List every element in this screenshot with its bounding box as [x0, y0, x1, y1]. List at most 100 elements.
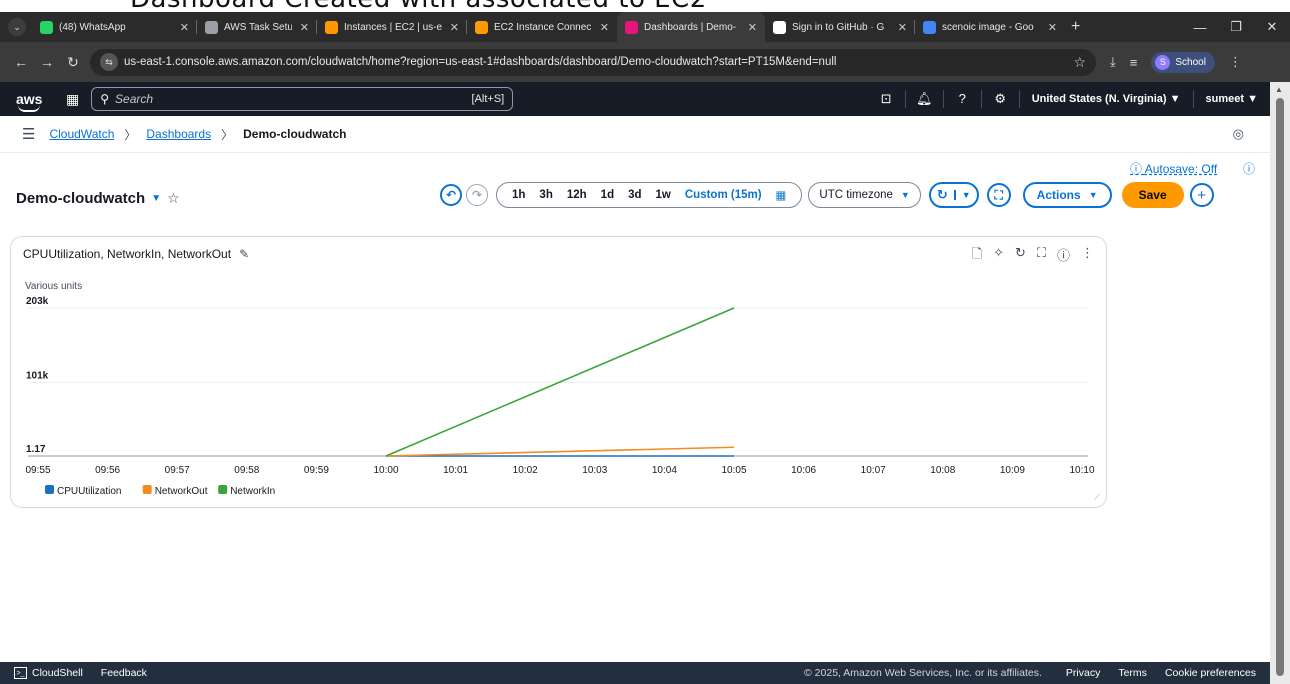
- x-tick-label: 10:06: [791, 465, 816, 476]
- page-title: Demo-cloudwatch ▼ ☆: [16, 190, 180, 207]
- cloudshell-button[interactable]: >_ CloudShell: [14, 667, 83, 679]
- back-icon[interactable]: ←: [8, 54, 34, 70]
- browser-tab[interactable]: Dashboards | Demo- ✕: [617, 12, 765, 42]
- actions-dropdown[interactable]: Actions ▼: [1022, 182, 1112, 208]
- dashboard-title[interactable]: Demo-cloudwatch: [16, 190, 145, 207]
- redo-icon[interactable]: ↷: [466, 184, 488, 206]
- tab-search-icon[interactable]: ⌄: [8, 18, 26, 36]
- breadcrumb-cloudwatch[interactable]: CloudWatch: [49, 127, 114, 141]
- whatsapp-icon: [40, 20, 53, 34]
- tab-label: Sign in to GitHub · G: [792, 21, 885, 33]
- tab-list-icon[interactable]: ≡: [1130, 55, 1138, 70]
- legend-swatch: [45, 485, 54, 494]
- y-tick-label: 101k: [26, 370, 49, 381]
- profile-button[interactable]: S School: [1151, 51, 1215, 73]
- chevron-right-icon: 〉: [124, 127, 137, 142]
- scroll-up-icon[interactable]: ▲: [1275, 85, 1283, 94]
- add-widget-icon[interactable]: +: [1189, 183, 1214, 207]
- preferences-icon[interactable]: ◎: [1233, 126, 1244, 142]
- services-grid-icon[interactable]: ▦: [66, 91, 79, 108]
- range-1d[interactable]: 1d: [594, 189, 621, 201]
- tab-label: Dashboards | Demo-: [644, 21, 737, 33]
- search-placeholder: Search: [115, 92, 154, 106]
- x-tick-label: 09:56: [95, 465, 120, 476]
- undo-icon[interactable]: ↶: [440, 184, 462, 206]
- dashboard-toolbar: ↶ ↷ 1h 3h 12h 1d 3d 1w Custom (15m) ▦ UT…: [440, 180, 1214, 210]
- x-tick-label: 09:57: [165, 465, 190, 476]
- browser-menu-icon[interactable]: ⋮: [1229, 54, 1242, 70]
- range-custom[interactable]: Custom (15m): [678, 189, 769, 201]
- feedback-link[interactable]: Feedback: [101, 667, 147, 679]
- browser-tab[interactable]: Instances | EC2 | us-e ✕: [317, 12, 467, 42]
- close-tab-icon[interactable]: ✕: [1040, 21, 1057, 34]
- range-1w[interactable]: 1w: [649, 189, 678, 201]
- ec2-icon: [325, 20, 338, 34]
- browser-tab[interactable]: scenoic image - Goo ✕: [915, 12, 1065, 42]
- site-info-icon[interactable]: ⇆: [100, 53, 118, 71]
- terms-link[interactable]: Terms: [1118, 667, 1147, 679]
- close-tab-icon[interactable]: ✕: [740, 21, 757, 34]
- refresh-options-caret-icon[interactable]: ▼: [953, 190, 977, 200]
- info-icon[interactable]: ⓘ: [1243, 160, 1255, 177]
- range-12h[interactable]: 12h: [560, 189, 594, 201]
- forward-icon[interactable]: →: [34, 54, 60, 70]
- help-icon[interactable]: ?: [944, 90, 982, 108]
- close-window-icon[interactable]: ✕: [1254, 19, 1290, 35]
- save-button[interactable]: Save: [1121, 182, 1184, 208]
- breadcrumb: ☰ CloudWatch 〉 Dashboards 〉 Demo-cloudwa…: [0, 116, 1270, 153]
- openai-icon: [205, 20, 218, 34]
- menu-hamburger-icon[interactable]: ☰: [22, 125, 35, 143]
- autosave-toggle[interactable]: ⓘ Autosave: Off: [1130, 160, 1217, 177]
- browser-tab[interactable]: (48) WhatsApp ✕: [32, 12, 197, 42]
- browser-tab[interactable]: EC2 Instance Connec ✕: [467, 12, 617, 42]
- address-bar[interactable]: ⇆ us-east-1.console.aws.amazon.com/cloud…: [90, 48, 1096, 76]
- legend-swatch: [142, 485, 152, 494]
- minimize-icon[interactable]: —: [1182, 20, 1218, 35]
- window-controls: — ❐ ✕: [1182, 12, 1290, 42]
- close-tab-icon[interactable]: ✕: [292, 21, 309, 34]
- calendar-icon[interactable]: ▦: [769, 188, 794, 202]
- close-tab-icon[interactable]: ✕: [442, 21, 459, 34]
- privacy-link[interactable]: Privacy: [1066, 667, 1100, 679]
- browser-tab[interactable]: Sign in to GitHub · G ✕: [765, 12, 915, 42]
- close-tab-icon[interactable]: ✕: [172, 21, 189, 34]
- resize-handle-icon[interactable]: ⟋: [1094, 492, 1100, 503]
- refresh-icon[interactable]: ↻: [931, 187, 954, 203]
- caret-down-icon: ▼: [1088, 190, 1098, 200]
- account-menu[interactable]: sumeet ▼: [1194, 93, 1270, 105]
- restore-icon[interactable]: ❐: [1218, 19, 1254, 35]
- timezone-dropdown[interactable]: UTC timezone ▼: [808, 182, 921, 208]
- x-tick-label: 10:08: [930, 465, 955, 476]
- settings-gear-icon[interactable]: ⚙: [982, 90, 1020, 108]
- reload-icon[interactable]: ↻: [60, 54, 86, 71]
- x-tick-label: 10:03: [582, 465, 607, 476]
- range-3d[interactable]: 3d: [621, 189, 648, 201]
- legend-entry: NetworkIn: [230, 486, 275, 497]
- range-1h[interactable]: 1h: [505, 189, 532, 201]
- search-icon: ⚲: [100, 92, 110, 106]
- breadcrumb-dashboards[interactable]: Dashboards: [146, 127, 211, 141]
- avatar: S: [1155, 54, 1171, 70]
- download-icon[interactable]: ⤓: [1110, 54, 1116, 70]
- page-scrollbar[interactable]: ▲: [1270, 82, 1290, 684]
- range-3h[interactable]: 3h: [532, 189, 559, 201]
- region-selector[interactable]: United States (N. Virginia) ▼: [1020, 90, 1194, 108]
- bookmark-star-icon[interactable]: ☆: [1073, 54, 1086, 71]
- new-tab-button[interactable]: +: [1071, 18, 1080, 36]
- aws-logo[interactable]: aws: [16, 91, 46, 112]
- caret-down-icon[interactable]: ▼: [151, 193, 161, 204]
- favorite-star-icon[interactable]: ☆: [167, 190, 180, 207]
- terminal-icon: >_: [14, 667, 27, 679]
- metric-widget[interactable]: CPUUtilization, NetworkIn, NetworkOut ✎ …: [10, 236, 1107, 508]
- cookie-preferences-link[interactable]: Cookie preferences: [1165, 667, 1256, 679]
- tab-label: Instances | EC2 | us-e: [344, 21, 442, 33]
- close-tab-icon[interactable]: ✕: [592, 21, 609, 34]
- close-tab-icon[interactable]: ✕: [890, 21, 907, 34]
- cloudshell-icon[interactable]: ⊡: [868, 90, 906, 108]
- browser-tab[interactable]: AWS Task Setup ✕: [197, 12, 317, 42]
- scrollbar-thumb[interactable]: [1276, 98, 1284, 676]
- fullscreen-icon[interactable]: ⛶: [986, 183, 1011, 207]
- notifications-bell-icon[interactable]: 🔔︎: [906, 90, 944, 108]
- console-search-input[interactable]: ⚲ Search [Alt+S]: [91, 87, 514, 111]
- browser-tab-bar: ⌄ (48) WhatsApp ✕ AWS Task Setup ✕ Instances…: [0, 12, 1290, 42]
